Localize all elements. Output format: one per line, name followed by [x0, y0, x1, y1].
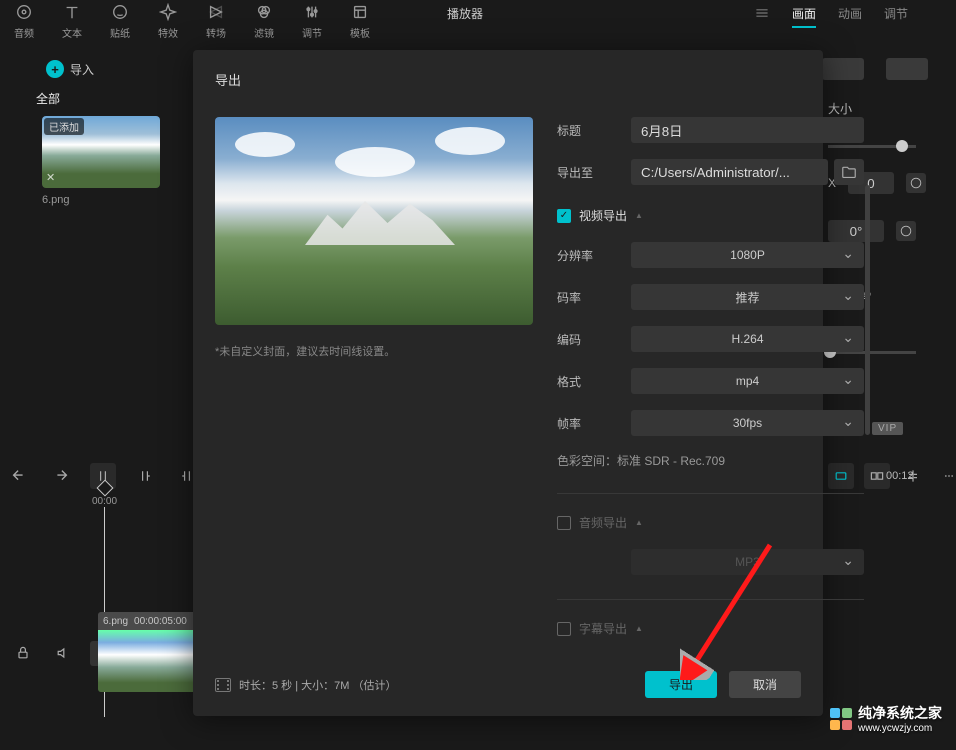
template-icon	[350, 2, 370, 22]
plus-icon: +	[46, 60, 64, 78]
dialog-scrollbar[interactable]	[865, 185, 870, 435]
tool-audio[interactable]: 音频	[0, 2, 48, 40]
sticker-icon	[110, 2, 130, 22]
collapse-icon[interactable]: ▲	[635, 211, 643, 220]
film-icon	[215, 678, 231, 692]
tab-animation[interactable]: 动画	[838, 5, 862, 28]
watermark: 纯净系统之家 www.ycwzjy.com	[830, 703, 942, 734]
watermark-url: www.ycwzjy.com	[858, 723, 942, 734]
all-label[interactable]: 全部	[36, 90, 60, 107]
collapse-icon[interactable]: ▲	[635, 518, 643, 527]
vip-badge: VIP	[872, 422, 903, 435]
mute-track-button[interactable]	[50, 640, 76, 666]
right-btn-mask[interactable]	[886, 58, 928, 80]
transition-icon	[206, 2, 226, 22]
reset-x-button[interactable]	[906, 173, 926, 193]
tool-transition[interactable]: 转场	[192, 2, 240, 40]
colorspace-text: 色彩空间：标准 SDR - Rec.709	[557, 452, 864, 469]
preview-note: *未自定义封面，建议去时间线设置。	[215, 343, 533, 359]
tool-effects[interactable]: 特效	[144, 2, 192, 40]
player-menu-icon[interactable]	[754, 5, 770, 24]
tool-filter[interactable]: 滤镜	[240, 2, 288, 40]
thumbnail-name: 6.png	[42, 194, 70, 206]
added-badge: 已添加	[44, 118, 84, 135]
tool-text[interactable]: 文本	[48, 2, 96, 40]
right-tabs: 画面 动画 调节	[792, 5, 908, 28]
player-header: 播放器	[447, 5, 483, 22]
right-btn-basic[interactable]	[822, 58, 864, 80]
resolution-label: 分辨率	[557, 247, 631, 264]
codec-label: 编码	[557, 331, 631, 348]
text-icon	[62, 2, 82, 22]
playhead-marker-icon	[96, 480, 113, 497]
title-label: 标题	[557, 122, 631, 139]
tool-template[interactable]: 模板	[336, 2, 384, 40]
bitrate-label: 码率	[557, 289, 631, 306]
tool-adjust[interactable]: 调节	[288, 2, 336, 40]
more-button[interactable]	[936, 463, 956, 489]
split-left-button[interactable]	[132, 463, 158, 489]
video-section-title: 视频导出	[579, 207, 627, 224]
footer-info: 时长：5 秒 | 大小：7M （估计）	[239, 677, 396, 693]
video-export-checkbox[interactable]	[557, 209, 571, 223]
format-select[interactable]: mp4	[631, 368, 864, 394]
watermark-brand: 纯净系统之家	[858, 703, 942, 723]
time-marker: 00:12	[886, 470, 914, 482]
watermark-logo-icon	[830, 708, 852, 730]
subtitle-export-checkbox[interactable]	[557, 622, 571, 636]
effects-icon	[158, 2, 178, 22]
tool-sticker[interactable]: 贴纸	[96, 2, 144, 40]
filter-icon	[254, 2, 274, 22]
size-label: 大小	[828, 100, 926, 117]
audio-format-select: MP3	[631, 549, 864, 575]
audio-export-checkbox[interactable]	[557, 516, 571, 530]
codec-select[interactable]: H.264	[631, 326, 864, 352]
export-button[interactable]: 导出	[645, 671, 717, 698]
preview-thumbnail[interactable]	[215, 117, 533, 325]
audio-section-title: 音频导出	[579, 514, 627, 531]
remove-icon[interactable]: ✕	[46, 171, 55, 184]
import-button[interactable]: + 导入	[46, 60, 94, 78]
clip-name: 6.png	[103, 616, 128, 627]
browse-folder-button[interactable]	[834, 159, 864, 185]
export-dialog: 导出 *未自定义封面，建议去时间线设置。 标题 导出至	[193, 50, 823, 716]
subtitle-section-title: 字幕导出	[579, 620, 627, 637]
tab-picture[interactable]: 画面	[792, 5, 816, 28]
audio-icon	[14, 2, 34, 22]
media-thumbnail[interactable]: 已添加 ✕	[42, 116, 160, 188]
lock-track-button[interactable]	[10, 640, 36, 666]
title-input[interactable]	[631, 117, 864, 143]
fps-label: 帧率	[557, 415, 631, 432]
undo-button[interactable]	[6, 463, 32, 489]
bitrate-select[interactable]: 推荐	[631, 284, 864, 310]
reset-rotation-button[interactable]	[896, 221, 916, 241]
export-to-label: 导出至	[557, 164, 631, 181]
clip-duration: 00:00:05:00	[134, 616, 187, 627]
tab-adjust-right[interactable]: 调节	[884, 5, 908, 28]
export-path-input[interactable]	[631, 159, 828, 185]
redo-button[interactable]	[48, 463, 74, 489]
adjust-icon	[302, 2, 322, 22]
cancel-button[interactable]: 取消	[729, 671, 801, 698]
dialog-title: 导出	[215, 70, 801, 89]
fps-select[interactable]: 30fps	[631, 410, 864, 436]
folder-icon	[841, 165, 857, 179]
format-label: 格式	[557, 373, 631, 390]
collapse-icon[interactable]: ▲	[635, 624, 643, 633]
resolution-select[interactable]: 1080P	[631, 242, 864, 268]
